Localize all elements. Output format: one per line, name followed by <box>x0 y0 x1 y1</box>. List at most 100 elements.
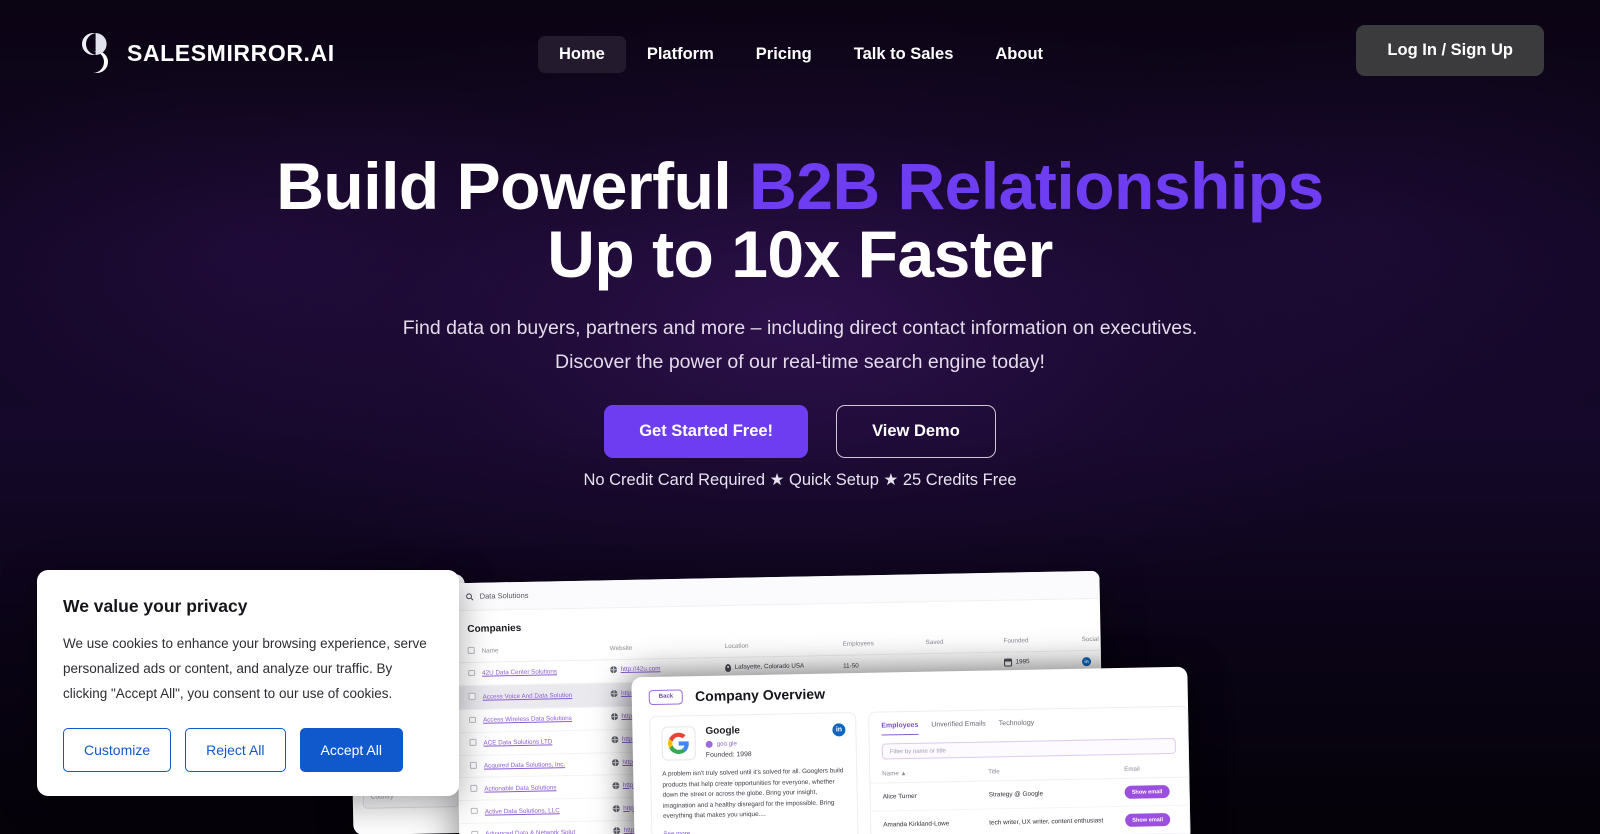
calendar-icon <box>1003 658 1013 667</box>
cell-name[interactable]: Access Wireless Data Solutions <box>482 706 612 733</box>
reject-all-button[interactable]: Reject All <box>185 728 286 772</box>
app-search-value: Data Solutions <box>479 590 529 601</box>
hero-subtitle-line2: Discover the power of our real-time sear… <box>555 351 1045 373</box>
globe-icon <box>611 759 619 767</box>
globe-icon <box>610 666 618 674</box>
hero-subtitle: Find data on buyers, partners and more –… <box>0 311 1600 379</box>
company-card-info: Google goo.gle Founded: 1998 <box>705 725 751 760</box>
cell-name[interactable]: Acquired Data Solutions, Inc. <box>483 752 613 778</box>
checkbox-icon[interactable] <box>468 716 476 724</box>
nav-link-platform[interactable]: Platform <box>626 36 735 73</box>
globe-badge-icon <box>705 740 713 748</box>
employee-row[interactable]: Amanda Kirkland-Lowe tech writer, UX writ… <box>870 805 1191 834</box>
col-employees[interactable]: Employees <box>842 634 926 655</box>
nav-link-about[interactable]: About <box>974 36 1064 73</box>
globe-icon <box>613 827 621 834</box>
headline-accent: B2B Relationships <box>749 149 1324 223</box>
headline-part1: Build Powerful <box>276 149 750 223</box>
globe-icon <box>612 804 620 812</box>
employees-card: Employees Unverified Emails Technology F… <box>868 705 1191 834</box>
row-checkbox[interactable] <box>457 732 484 756</box>
row-checkbox[interactable] <box>455 661 483 686</box>
cell-name[interactable]: ACE Data Solutions LTD <box>483 729 612 755</box>
company-card: in Google goo.gle Founded: 1998 A proble… <box>649 712 860 834</box>
employee-name: Alice Turner <box>870 781 989 812</box>
cell-name[interactable]: Access Voice And Data Solution <box>482 683 611 710</box>
page-root: SALESMIRROR.AI Home Platform Pricing Tal… <box>0 0 1600 834</box>
globe-icon <box>610 713 619 721</box>
get-started-free-button[interactable]: Get Started Free! <box>604 405 809 458</box>
company-domain-text: goo.gle <box>716 740 738 748</box>
employee-email-cell[interactable]: Show email <box>1124 777 1191 807</box>
cell-name[interactable]: Advanced Data & Network Solut <box>485 820 614 834</box>
employees-tabs: Employees Unverified Emails Technology <box>869 717 1187 736</box>
col-website[interactable]: Website <box>609 638 725 660</box>
row-checkbox[interactable] <box>459 823 486 834</box>
cookie-banner-buttons: Customize Reject All Accept All <box>63 728 433 772</box>
brand-logo[interactable]: SALESMIRROR.AI <box>76 31 335 75</box>
back-button[interactable]: Back <box>648 688 684 705</box>
nav-link-talk-to-sales[interactable]: Talk to Sales <box>833 36 975 73</box>
cookie-banner-title: We value your privacy <box>63 596 248 616</box>
cell-name[interactable]: Active Data Solutions, LLC <box>484 797 614 824</box>
customize-button[interactable]: Customize <box>63 728 172 772</box>
col-name[interactable]: Name <box>481 640 610 662</box>
nav-links: Home Platform Pricing Talk to Sales Abou… <box>538 36 1064 73</box>
trust-line: No Credit Card Required ★ Quick Setup ★ … <box>583 471 1017 489</box>
company-domain[interactable]: goo.gle <box>705 740 752 748</box>
row-checkbox[interactable] <box>456 709 484 733</box>
company-description: A problem isn't truly solved until it's … <box>662 767 844 821</box>
top-navigation-bar: SALESMIRROR.AI Home Platform Pricing Tal… <box>0 0 1600 106</box>
employee-email-cell[interactable]: Show email <box>1124 805 1191 834</box>
overview-title: Company Overview <box>694 685 826 705</box>
linkedin-icon[interactable]: in <box>1081 657 1092 667</box>
checkbox-icon[interactable] <box>470 784 477 792</box>
see-more-link[interactable]: See more <box>663 830 690 834</box>
tab-employees[interactable]: Employees <box>881 721 919 736</box>
checkbox-icon[interactable] <box>467 646 475 654</box>
checkbox-icon[interactable] <box>469 739 477 746</box>
cell-name[interactable]: Actionable Data Solutions <box>484 775 613 801</box>
select-all-header[interactable] <box>455 642 482 663</box>
col-location[interactable]: Location <box>724 635 843 658</box>
company-founded: Founded: 1998 <box>705 751 752 759</box>
s-mirror-logo-icon <box>82 33 108 73</box>
headline-line2: Up to 10x Faster <box>547 217 1053 291</box>
employee-filter-input[interactable]: Filter by name or title <box>881 737 1176 760</box>
nav-link-pricing[interactable]: Pricing <box>735 36 833 73</box>
view-demo-button[interactable]: View Demo <box>836 405 996 458</box>
nav-link-home[interactable]: Home <box>538 36 626 73</box>
checkbox-icon[interactable] <box>468 693 476 700</box>
col-founded[interactable]: Founded <box>1003 631 1082 652</box>
cookie-banner-body: We use cookies to enhance your browsing … <box>63 636 427 701</box>
employees-table-body: Alice Turner Strategy @ Google Show email A… <box>870 777 1191 834</box>
checkbox-icon[interactable] <box>470 807 478 815</box>
checkbox-icon[interactable] <box>469 762 477 769</box>
globe-icon <box>611 736 619 744</box>
tab-technology[interactable]: Technology <box>999 720 1035 734</box>
overview-body: in Google goo.gle Founded: 1998 A proble… <box>632 695 1191 834</box>
search-icon <box>466 592 474 601</box>
accept-all-button[interactable]: Accept All <box>299 728 403 772</box>
employee-title: Strategy @ Google <box>988 778 1125 810</box>
row-checkbox[interactable] <box>458 800 486 824</box>
show-email-button[interactable]: Show email <box>1124 785 1170 799</box>
employee-name: Amanda Kirkland-Lowe <box>870 809 990 834</box>
row-checkbox[interactable] <box>457 754 485 779</box>
row-checkbox[interactable] <box>458 777 485 801</box>
col-saved[interactable]: Saved <box>925 632 1004 654</box>
employee-title: tech writer, UX writer, content enthusia… <box>988 806 1126 834</box>
company-card-top: Google goo.gle Founded: 1998 <box>661 723 845 761</box>
emp-col-email[interactable]: Email <box>1124 761 1191 779</box>
login-signup-button[interactable]: Log In / Sign Up <box>1356 25 1544 76</box>
row-checkbox[interactable] <box>456 685 483 710</box>
hero-subtitle-line1: Find data on buyers, partners and more –… <box>402 317 1198 339</box>
cookie-consent-banner: We value your privacy We use cookies to … <box>37 570 459 796</box>
checkbox-icon[interactable] <box>468 669 475 677</box>
location-pin-icon <box>725 663 732 672</box>
col-social[interactable]: Social <box>1081 630 1105 651</box>
checkbox-icon[interactable] <box>471 830 478 834</box>
show-email-button[interactable]: Show email <box>1125 813 1171 827</box>
cell-name[interactable]: 42U Data Center Solutions <box>481 659 611 686</box>
tab-unverified-emails[interactable]: Unverified Emails <box>931 721 986 735</box>
